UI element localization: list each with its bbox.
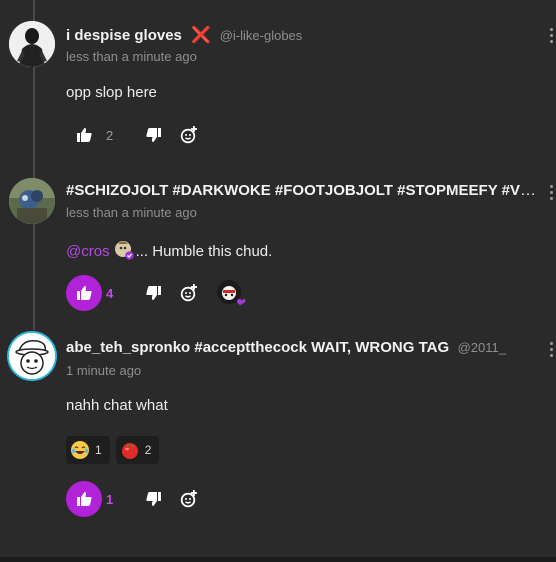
reaction-chip-tomato[interactable]: 2 — [115, 436, 160, 464]
dislike-button[interactable] — [140, 122, 166, 148]
liker-avatar[interactable] — [216, 279, 246, 307]
comment-text: nahh chat what — [66, 397, 168, 414]
thumbs-down-icon — [145, 286, 161, 300]
add-reaction-button[interactable] — [176, 486, 202, 512]
timestamp: less than a minute ago — [66, 205, 197, 220]
user-mention[interactable]: @cros — [66, 243, 110, 260]
add-reaction-icon — [180, 126, 197, 144]
reaction-count: 2 — [144, 443, 152, 457]
dislike-button[interactable] — [140, 486, 166, 512]
kebab-menu-icon[interactable] — [550, 28, 554, 46]
comment-text-line: @cros ... Humble this chud. — [66, 240, 272, 260]
laughing-emoji-icon — [71, 441, 89, 459]
dislike-button[interactable] — [140, 280, 166, 306]
like-count: 4 — [106, 285, 114, 301]
like-count: 2 — [106, 127, 114, 143]
avatar[interactable] — [9, 333, 55, 379]
add-reaction-icon — [180, 284, 197, 302]
reaction-chip-laugh[interactable]: 1 — [66, 436, 110, 464]
thumbs-up-icon — [76, 492, 92, 506]
kebab-menu-icon[interactable] — [550, 185, 554, 203]
add-reaction-icon — [180, 490, 197, 508]
reaction-count: 1 — [95, 443, 102, 457]
like-button[interactable] — [66, 117, 102, 153]
comment-header: i despise gloves ❌ @i-like-globes — [66, 25, 538, 45]
avatar[interactable] — [9, 178, 55, 224]
comment-feed: i despise gloves ❌ @i-like-globes less t… — [0, 0, 556, 562]
comment-actions: 4 — [66, 275, 246, 311]
comment-header: abe_teh_spronko #acceptthecock WAIT, WRO… — [66, 339, 538, 357]
add-reaction-button[interactable] — [176, 122, 202, 148]
display-name[interactable]: i despise gloves — [66, 27, 182, 44]
comment-header: #SCHIZOJOLT #DARKWOKE #FOOTJOBJOLT #STOP… — [66, 182, 538, 200]
display-name[interactable]: #SCHIZOJOLT #DARKWOKE #FOOTJOBJOLT #STOP… — [66, 182, 538, 199]
add-reaction-button[interactable] — [176, 280, 202, 306]
bottom-divider — [0, 557, 556, 562]
like-button[interactable] — [66, 275, 102, 311]
timestamp: 1 minute ago — [66, 363, 142, 378]
thumbs-down-icon — [145, 492, 161, 506]
thumbs-up-icon — [76, 286, 92, 300]
tomato-emoji-icon — [121, 443, 138, 459]
display-name[interactable]: abe_teh_spronko #acceptthecock WAIT, WRO… — [66, 339, 449, 356]
cross-mark-icon: ❌ — [191, 27, 212, 44]
comment-text: opp slop here — [66, 84, 157, 101]
comment-text: ... Humble this chud. — [135, 243, 273, 260]
avatar[interactable] — [9, 21, 55, 67]
like-count: 1 — [106, 491, 114, 507]
thumbs-down-icon — [145, 128, 161, 142]
comment-actions: 2 — [66, 117, 202, 153]
thumbs-up-icon — [76, 128, 92, 142]
timestamp: less than a minute ago — [66, 49, 197, 64]
comment-actions: 1 — [66, 481, 202, 517]
user-handle[interactable]: @i-like-globes — [220, 28, 303, 43]
mention-avatar-icon — [114, 241, 134, 260]
kebab-menu-icon[interactable] — [550, 342, 554, 360]
reaction-bar: 1 2 — [66, 436, 165, 464]
user-handle[interactable]: @2011_ — [458, 340, 506, 355]
like-button[interactable] — [66, 481, 102, 517]
